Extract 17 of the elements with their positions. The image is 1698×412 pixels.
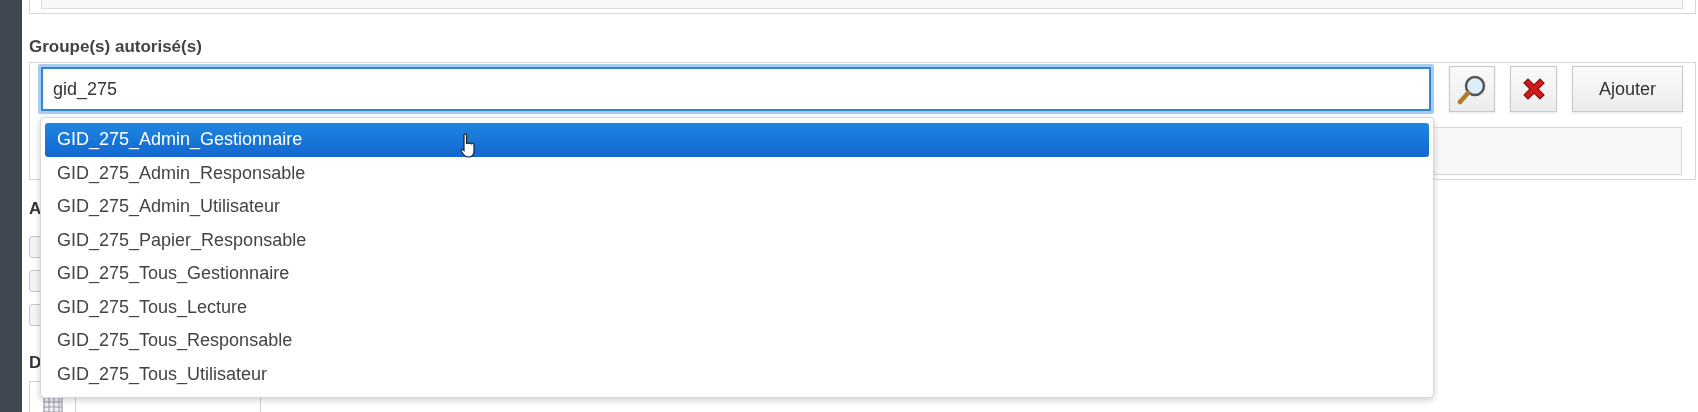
field-label: Groupe(s) autorisé(s) [29,36,202,58]
suggestion-item[interactable]: GID_275_Tous_Responsable [45,324,1429,358]
suggestion-item[interactable]: GID_275_Tous_Gestionnaire [45,257,1429,291]
suggestion-item[interactable]: GID_275_Admin_Utilisateur [45,190,1429,224]
section-label: A [29,198,42,220]
suggestion-item[interactable]: GID_275_Admin_Responsable [45,156,1429,190]
suggestion-item[interactable]: GID_275_Admin_Gestionnaire [45,123,1429,157]
suggestion-item[interactable]: GID_275_Tous_Lecture [45,290,1429,324]
add-button[interactable]: Ajouter [1572,66,1683,112]
pointer-cursor-icon [460,133,477,159]
clear-button[interactable] [1510,66,1557,112]
search-button[interactable] [1449,66,1495,112]
suggestion-item[interactable]: GID_275_Papier_Responsable [45,223,1429,257]
suggestion-item[interactable]: GID_275_Tous_Utilisateur [45,357,1429,391]
section-label: D [29,352,42,374]
search-icon [1456,73,1488,105]
search-field[interactable]: gid_275 [38,64,1434,114]
